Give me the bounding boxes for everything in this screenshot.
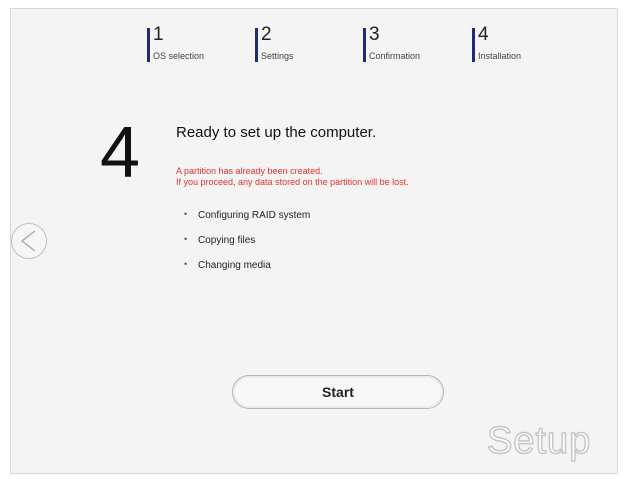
bullet-icon: • <box>184 259 188 269</box>
step-label: Installation <box>478 51 522 61</box>
back-button[interactable] <box>11 223 47 259</box>
current-step-number: 4 <box>100 113 141 193</box>
warning-line: A partition has already been created. <box>176 166 323 176</box>
step-bar <box>255 28 258 62</box>
setup-watermark: Setup <box>486 419 592 463</box>
bullet-icon: • <box>184 209 188 219</box>
bullet-icon: • <box>184 234 188 244</box>
start-button[interactable]: Start <box>232 375 444 409</box>
step-number: 4 <box>478 24 489 45</box>
step-indicator: 1 OS selection 2 Settings 3 Confirmation… <box>147 24 547 64</box>
task-label: Configuring RAID system <box>198 210 311 221</box>
chevron-left-icon <box>20 230 36 252</box>
step-bar <box>147 28 150 62</box>
task-label: Copying files <box>198 235 256 246</box>
warning-line: If you proceed, any data stored on the p… <box>176 177 409 187</box>
step-number: 2 <box>261 24 272 45</box>
step-bar <box>363 28 366 62</box>
page-title: Ready to set up the computer. <box>176 124 377 141</box>
step-number: 1 <box>153 24 164 45</box>
step-number: 3 <box>369 24 380 45</box>
step-label: Settings <box>261 51 294 61</box>
step-bar <box>472 28 475 62</box>
task-label: Changing media <box>198 260 271 271</box>
step-label: Confirmation <box>369 51 421 61</box>
warning-message: A partition has already been created. If… <box>176 166 409 188</box>
step-label: OS selection <box>153 51 205 61</box>
